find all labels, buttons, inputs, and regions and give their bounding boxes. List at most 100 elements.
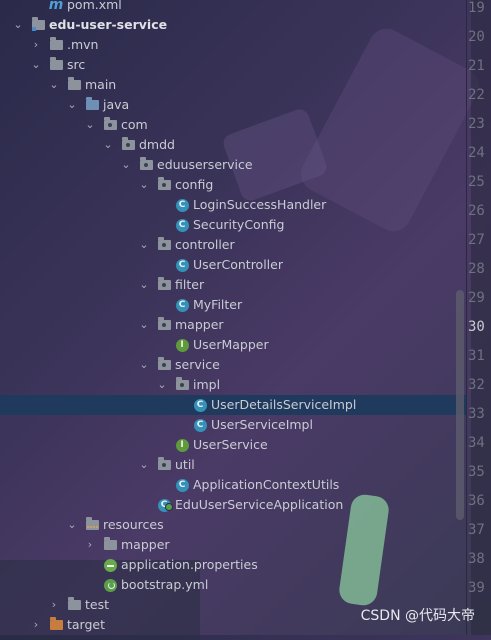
tree-item-filter[interactable]: ⌄ filter: [0, 275, 466, 295]
tree-item-label: util: [175, 457, 195, 472]
class-icon: C: [174, 195, 190, 215]
line-number: 28: [468, 261, 485, 277]
interface-icon: I: [174, 335, 190, 355]
tree-item-label: UserService: [193, 437, 268, 452]
vertical-scrollbar[interactable]: [456, 290, 464, 520]
chevron-down-icon[interactable]: ⌄: [120, 155, 132, 175]
tree-item-label: LoginSuccessHandler: [193, 197, 327, 212]
tree-item-config[interactable]: ⌄ config: [0, 175, 466, 195]
chevron-down-icon[interactable]: ⌄: [66, 515, 78, 535]
tree-item-res-mapper[interactable]: › mapper: [0, 535, 466, 555]
chevron-down-icon[interactable]: ⌄: [12, 15, 24, 35]
tree-item-com[interactable]: ⌄ com: [0, 115, 466, 135]
class-icon: C: [174, 255, 190, 275]
tree-item-label: eduuserservice: [157, 157, 253, 172]
folder-icon: [48, 55, 64, 75]
chevron-down-icon[interactable]: ⌄: [66, 95, 78, 115]
tree-item-label: target: [67, 617, 106, 632]
package-icon: [102, 115, 118, 135]
chevron-down-icon[interactable]: ⌄: [138, 315, 150, 335]
line-number: 32: [468, 377, 485, 393]
tree-item-main[interactable]: ⌄ main: [0, 75, 466, 95]
tree-item-label: service: [175, 357, 220, 372]
chevron-down-icon[interactable]: ⌄: [138, 235, 150, 255]
tree-item-impl[interactable]: ⌄ impl: [0, 375, 466, 395]
tree-item-controller[interactable]: ⌄ controller: [0, 235, 466, 255]
tree-item-my-filter[interactable]: C MyFilter: [0, 295, 466, 315]
source-folder-icon: [84, 95, 100, 115]
resources-folder-icon: [84, 515, 100, 535]
chevron-down-icon[interactable]: ⌄: [138, 455, 150, 475]
package-icon: [156, 235, 172, 255]
chevron-down-icon[interactable]: ⌄: [48, 75, 60, 95]
tree-item-label: UserMapper: [193, 337, 269, 352]
tree-item-label: mapper: [175, 317, 224, 332]
line-number: 38: [468, 551, 485, 567]
tree-item-label: SecurityConfig: [193, 217, 285, 232]
line-number: 25: [468, 174, 485, 190]
tree-item-eduuserservice[interactable]: ⌄ eduuserservice: [0, 155, 466, 175]
tree-item-label: src: [67, 57, 86, 72]
tree-item-label: bootstrap.yml: [121, 577, 209, 592]
tree-item-mvn[interactable]: › .mvn: [0, 35, 466, 55]
chevron-down-icon[interactable]: ⌄: [138, 275, 150, 295]
tree-item-login-handler[interactable]: C LoginSuccessHandler: [0, 195, 466, 215]
tree-item-label: com: [121, 117, 148, 132]
line-number: 19: [468, 0, 485, 16]
tree-item-user-service[interactable]: I UserService: [0, 435, 466, 455]
chevron-down-icon[interactable]: ⌄: [84, 115, 96, 135]
tree-item-label: java: [103, 97, 130, 112]
tree-item-label: UserDetailsServiceImpl: [211, 397, 357, 412]
class-icon: C: [192, 415, 208, 435]
chevron-down-icon[interactable]: ⌄: [138, 175, 150, 195]
tree-item-label: UserController: [193, 257, 283, 272]
class-icon: C: [174, 295, 190, 315]
tree-item-mapper[interactable]: ⌄ mapper: [0, 315, 466, 335]
class-icon: C: [192, 395, 208, 415]
tree-item-bootstrap[interactable]: bootstrap.yml: [0, 575, 466, 595]
tree-item-user-mapper[interactable]: I UserMapper: [0, 335, 466, 355]
tree-item-app-context-utils[interactable]: C ApplicationContextUtils: [0, 475, 466, 495]
tree-item-label: application.properties: [121, 557, 258, 572]
tree-item-label: MyFilter: [193, 297, 243, 312]
folder-icon: [102, 535, 118, 555]
package-icon: [120, 135, 136, 155]
panel-divider[interactable]: [466, 0, 467, 635]
tree-item-src[interactable]: ⌄ src: [0, 55, 466, 75]
tree-item-java[interactable]: ⌄ java: [0, 95, 466, 115]
tree-item-user-details-impl[interactable]: C UserDetailsServiceImpl: [0, 395, 466, 415]
line-number: 31: [468, 348, 485, 364]
tree-item-resources[interactable]: ⌄ resources: [0, 515, 466, 535]
line-number: 29: [468, 290, 485, 306]
line-number: 24: [468, 145, 485, 161]
tree-item-pom[interactable]: m pom.xml: [0, 0, 466, 15]
chevron-right-icon[interactable]: ›: [30, 615, 42, 635]
tree-item-service[interactable]: ⌄ service: [0, 355, 466, 375]
tree-item-label: controller: [175, 237, 235, 252]
tree-item-app-properties[interactable]: application.properties: [0, 555, 466, 575]
tree-item-app-class[interactable]: C EduUserServiceApplication: [0, 495, 466, 515]
tree-item-label: config: [175, 177, 214, 192]
maven-icon: m: [48, 0, 64, 13]
tree-item-label: impl: [193, 377, 221, 392]
line-number: 20: [468, 29, 485, 45]
chevron-right-icon[interactable]: ›: [30, 35, 42, 55]
tree-item-util[interactable]: ⌄ util: [0, 455, 466, 475]
tree-item-module[interactable]: ⌄ edu-user-service: [0, 15, 466, 35]
chevron-down-icon[interactable]: ⌄: [30, 55, 42, 75]
tree-item-label: UserServiceImpl: [211, 417, 313, 432]
chevron-down-icon[interactable]: ⌄: [102, 135, 114, 155]
tree-item-label: test: [85, 597, 110, 612]
chevron-down-icon[interactable]: ⌄: [138, 355, 150, 375]
line-number: 33: [468, 406, 485, 422]
package-icon: [156, 175, 172, 195]
tree-item-security-config[interactable]: C SecurityConfig: [0, 215, 466, 235]
tree-item-label: resources: [103, 517, 164, 532]
chevron-right-icon[interactable]: ›: [48, 595, 60, 615]
chevron-down-icon[interactable]: ⌄: [156, 375, 168, 395]
tree-item-user-controller[interactable]: C UserController: [0, 255, 466, 275]
tree-item-user-service-impl[interactable]: C UserServiceImpl: [0, 415, 466, 435]
chevron-right-icon[interactable]: ›: [84, 535, 96, 555]
tree-item-dmdd[interactable]: ⌄ dmdd: [0, 135, 466, 155]
tree-item-label: mapper: [121, 537, 170, 552]
